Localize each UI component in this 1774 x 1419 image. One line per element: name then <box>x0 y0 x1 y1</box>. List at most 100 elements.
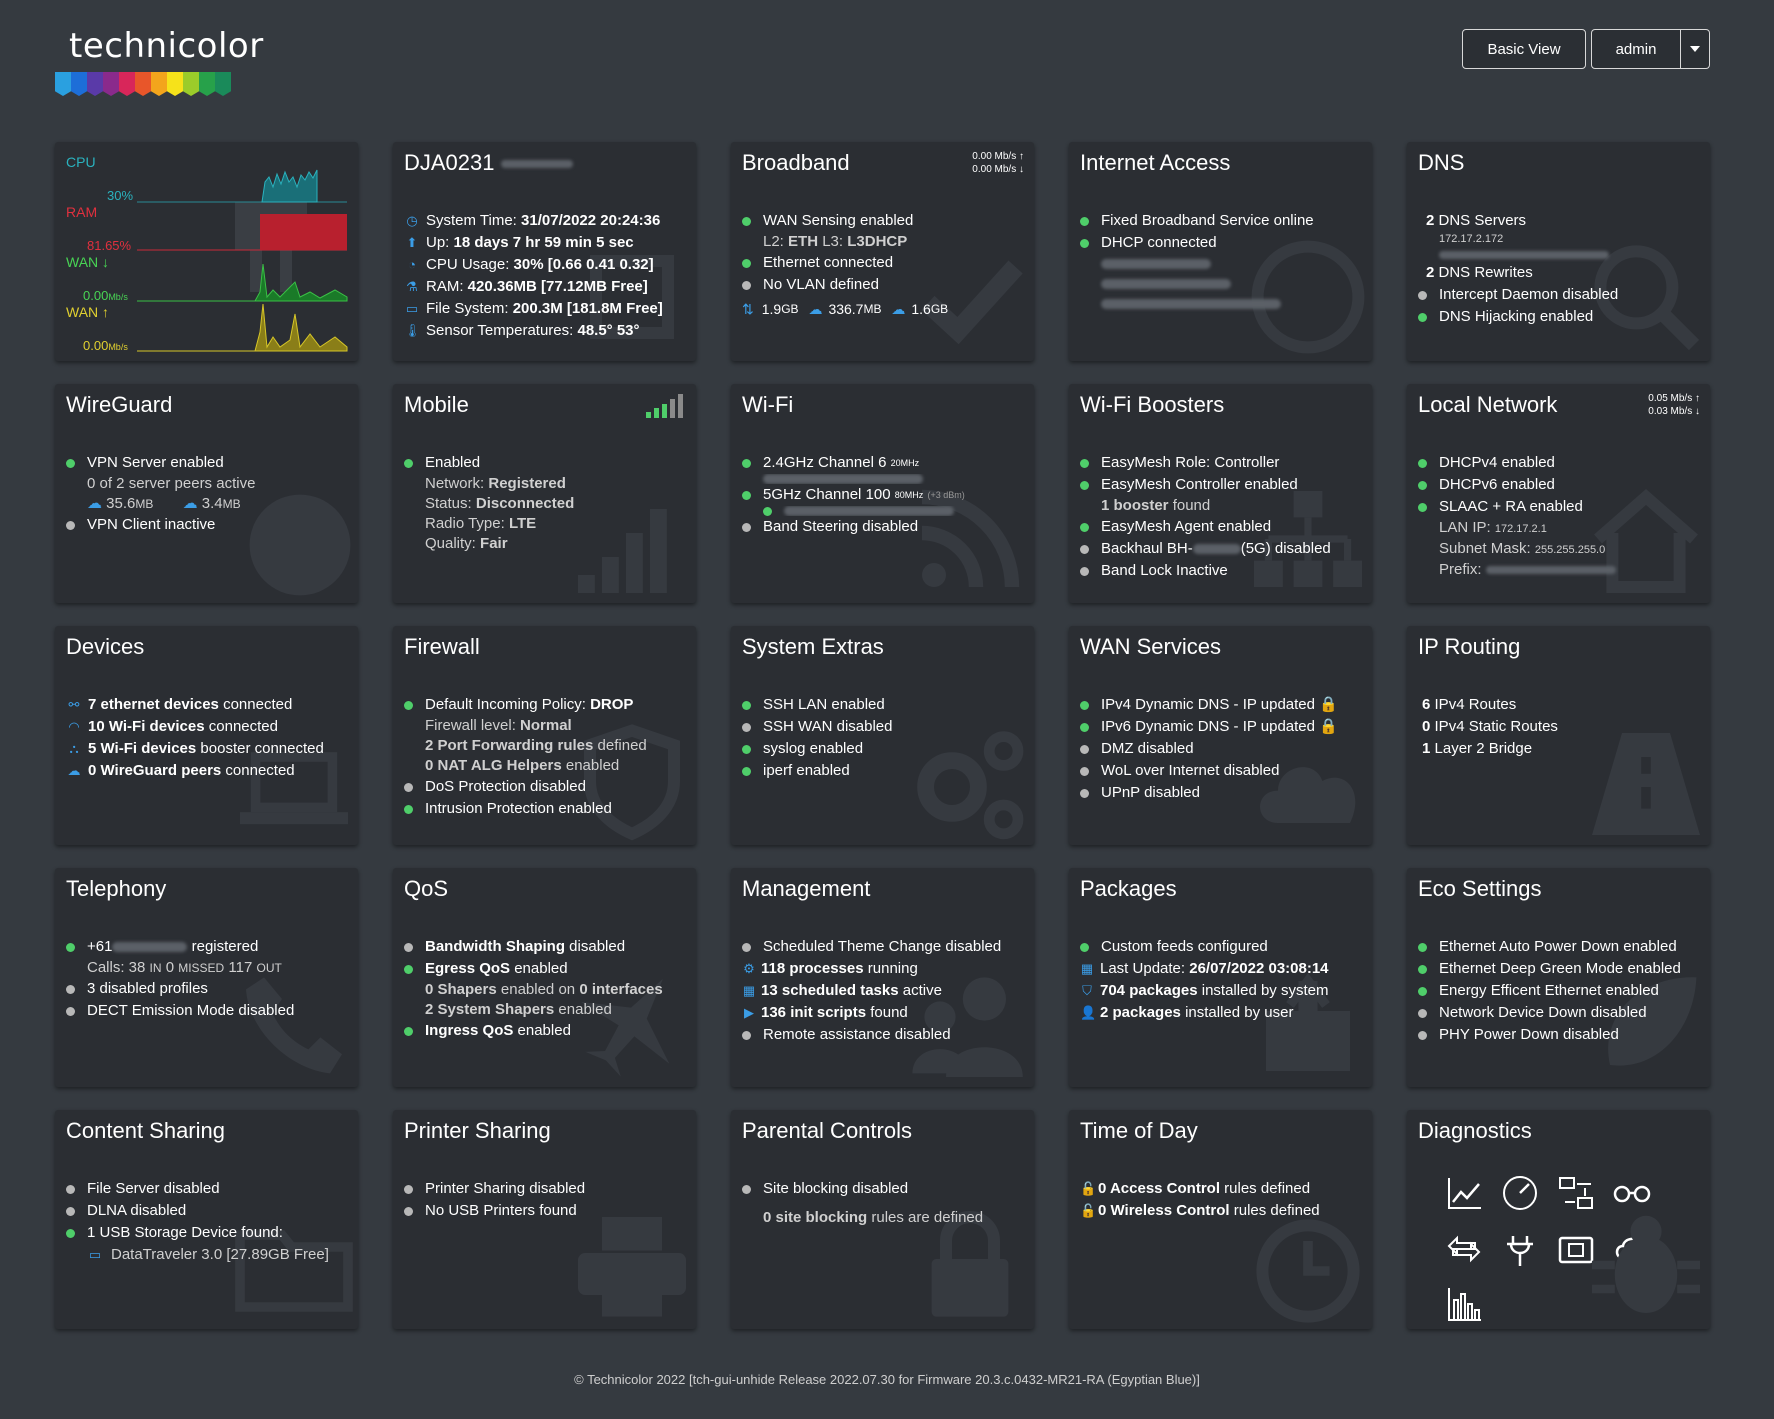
card-title: Packages <box>1080 876 1177 901</box>
wifi-card[interactable]: Wi-Fi 2.4GHz Channel 6 20MHz 5GHz Channe… <box>731 384 1034 603</box>
tod-status: 🔓 0 Access Control rules defined 🔓 0 Wirel… <box>1080 1178 1366 1222</box>
signal-strength-icon <box>646 394 683 418</box>
eco-card[interactable]: Eco Settings Ethernet Auto Power Down en… <box>1407 868 1710 1087</box>
status-dot <box>742 458 751 468</box>
status-dot <box>742 700 751 710</box>
card-title: Diagnostics <box>1418 1118 1532 1143</box>
lan-rates: 0.05 Mb/s ↑ 0.03 Mb/s ↓ <box>1648 393 1700 417</box>
cpu-label: CPU <box>66 154 96 170</box>
device-card[interactable]: DJA0231 ◷ System Time: 31/07/2022 20:24:3… <box>393 142 696 361</box>
parental-controls-card[interactable]: Parental Controls Site blocking disabled… <box>731 1110 1034 1329</box>
status-dot <box>1080 942 1089 952</box>
wan-services-status: IPv4 Dynamic DNS - IP updated 🔒 IPv6 Dyn… <box>1080 694 1366 804</box>
telephony-card[interactable]: Telephony +61 registered Calls: 38 IN 0 … <box>55 868 358 1087</box>
hdd-icon: ▭ <box>88 1247 102 1262</box>
lan-card[interactable]: Local Network 0.05 Mb/s ↑ 0.03 Mb/s ↓ DHC… <box>1407 384 1710 603</box>
qos-card[interactable]: QoS Bandwidth Shaping disabled Egress Qo… <box>393 868 696 1087</box>
user-menu-button[interactable]: admin <box>1591 29 1681 69</box>
wifi-status: 2.4GHz Channel 6 20MHz 5GHz Channel 100 … <box>742 452 1028 538</box>
extras-status: SSH LAN enabled SSH WAN disabled syslog … <box>742 694 1028 782</box>
exchange-icon[interactable] <box>1445 1230 1483 1268</box>
wan-up-value: 0.00Mb/s <box>83 338 128 353</box>
play-circle-icon: ▶ <box>744 1005 754 1020</box>
ethernet-icon: ⚯ <box>68 697 80 712</box>
printer-sharing-card[interactable]: Printer Sharing Printer Sharing disabled… <box>393 1110 696 1329</box>
basic-view-button[interactable]: Basic View <box>1462 29 1586 69</box>
bar-chart-icon[interactable] <box>1445 1286 1483 1324</box>
wireguard-status: VPN Server enabled 0 of 2 server peers a… <box>66 452 352 536</box>
mobile-card[interactable]: Mobile Enabled Network: Registered Statu… <box>393 384 696 603</box>
card-title: Mobile <box>404 392 469 417</box>
diagnostics-card[interactable]: Diagnostics <box>1407 1110 1710 1329</box>
wan-down-label: WAN ↓ <box>66 254 110 270</box>
status-dot <box>1418 964 1427 974</box>
dns-card[interactable]: DNS 2 DNS Servers 172.17.2.172 2 DNS Rew… <box>1407 142 1710 361</box>
logo-color-block <box>183 72 199 96</box>
card-title: DJA0231 <box>404 150 573 176</box>
status-dot <box>742 490 751 500</box>
status-dot <box>1418 986 1427 996</box>
card-title: Telephony <box>66 876 167 901</box>
internet-status: Fixed Broadband Service online DHCP conn… <box>1080 210 1366 314</box>
routing-card[interactable]: IP Routing 6 IPv4 Routes 0 IPv4 Static R… <box>1407 626 1710 845</box>
extras-card[interactable]: System Extras SSH LAN enabled SSH WAN di… <box>731 626 1034 845</box>
status-dot <box>742 522 751 532</box>
cpu-value: 30% <box>107 188 134 203</box>
footer-copyright: © Technicolor 2022 [tch-gui-unhide Relea… <box>574 1372 1200 1387</box>
broadband-card[interactable]: Broadband 0.00 Mb/s ↑ 0.00 Mb/s ↓ WAN Sen… <box>731 142 1034 361</box>
card-title: Devices <box>66 634 145 659</box>
transfer-icon: ⇅ <box>742 301 754 317</box>
cloud-download-icon: ☁ <box>182 495 198 512</box>
cloud-upload-icon: ☁ <box>808 301 823 317</box>
management-card[interactable]: Management Scheduled Theme Change disabl… <box>731 868 1034 1087</box>
logo-color-bar <box>55 72 231 96</box>
status-dot <box>66 984 75 994</box>
cog-icon: ⚙ <box>743 961 755 976</box>
status-dot <box>1418 312 1427 322</box>
status-dot <box>1418 458 1427 468</box>
card-title: WireGuard <box>66 392 173 417</box>
content-sharing-card[interactable]: Content Sharing File Server disabled DLN… <box>55 1110 358 1329</box>
logo-color-block <box>87 72 103 96</box>
status-dot <box>404 942 413 952</box>
status-dot <box>404 1026 413 1036</box>
devices-status: ⚯ 7 ethernet devices connected ◠ 10 Wi-Fi … <box>66 694 352 782</box>
card-title: Management <box>742 876 871 901</box>
hdd-icon: ▭ <box>405 301 419 316</box>
line-chart-icon[interactable] <box>1445 1174 1483 1212</box>
status-dot <box>66 1184 75 1194</box>
status-dot <box>404 458 413 468</box>
dashboard-icon: ◔ <box>408 257 416 272</box>
card-title: Wi-Fi <box>742 392 794 417</box>
wan-down-value: 0.00Mb/s <box>83 288 128 303</box>
content-sharing-status: File Server disabled DLNA disabled 1 USB… <box>66 1178 352 1266</box>
boosters-card[interactable]: Wi-Fi Boosters EasyMesh Role: Controller… <box>1069 384 1372 603</box>
logo-color-block <box>103 72 119 96</box>
time-of-day-card[interactable]: Time of Day 🔓 0 Access Control rules defi… <box>1069 1110 1372 1329</box>
firewall-card[interactable]: Firewall Default Incoming Policy: DROP F… <box>393 626 696 845</box>
status-dot <box>404 1206 413 1216</box>
status-dot <box>1080 700 1089 710</box>
shield-icon: ⛉ <box>1082 983 1092 998</box>
plug-icon[interactable] <box>1501 1230 1539 1268</box>
status-dot <box>742 216 751 226</box>
card-title: DNS <box>1418 150 1465 175</box>
dashboard-grid: CPU 30% RAM 81.65% WAN ↓ 0.00Mb/s WAN ↑ … <box>55 142 1710 1329</box>
gateway-card[interactable]: CPU 30% RAM 81.65% WAN ↓ 0.00Mb/s WAN ↑ … <box>55 142 358 361</box>
status-dot <box>66 458 75 468</box>
qos-status: Bandwidth Shaping disabled Egress QoS en… <box>404 936 690 1042</box>
user-menu-toggle[interactable] <box>1681 29 1710 69</box>
telephony-status: +61 registered Calls: 38 IN 0 MISSED 117… <box>66 936 352 1022</box>
speedometer-icon[interactable] <box>1501 1174 1539 1212</box>
internet-card[interactable]: Internet Access Fixed Broadband Service … <box>1069 142 1372 361</box>
thermometer-icon: 🌡 <box>404 323 421 338</box>
devices-card[interactable]: Devices ⚯ 7 ethernet devices connected ◠ 1… <box>55 626 358 845</box>
broadband-status: WAN Sensing enabled L2: ETH L3: L3DHCP E… <box>742 210 1028 320</box>
status-dot <box>66 1228 75 1238</box>
unlock-icon: 🔓 <box>1080 1203 1097 1218</box>
wan-services-card[interactable]: WAN Services IPv4 Dynamic DNS - IP updat… <box>1069 626 1372 845</box>
technicolor-logo: technicolor <box>55 26 265 108</box>
broadband-rates: 0.00 Mb/s ↑ 0.00 Mb/s ↓ <box>972 151 1024 175</box>
wireguard-card[interactable]: WireGuard VPN Server enabled 0 of 2 serv… <box>55 384 358 603</box>
packages-card[interactable]: Packages Custom feeds configured ▦ Last U… <box>1069 868 1372 1087</box>
